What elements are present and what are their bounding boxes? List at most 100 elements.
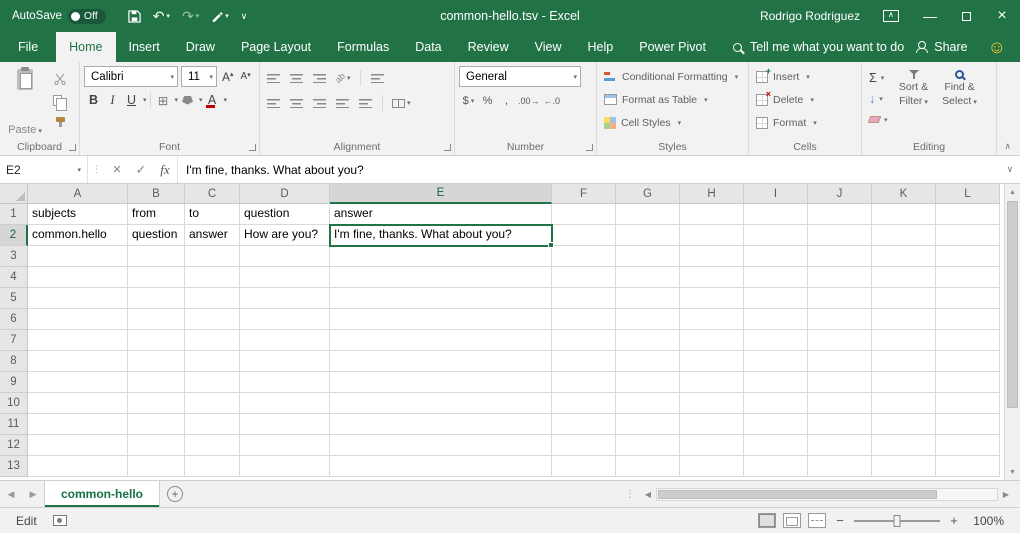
cell-G1[interactable] xyxy=(616,204,680,225)
cell-D1[interactable]: question xyxy=(240,204,330,225)
undo-button[interactable]: ↶▾ xyxy=(147,4,176,28)
row-header-6[interactable]: 6 xyxy=(0,309,28,330)
orientation-button[interactable]: ab▾ xyxy=(333,68,353,88)
cell-E10[interactable] xyxy=(330,393,552,414)
cell-K2[interactable] xyxy=(872,225,936,246)
align-left-button[interactable] xyxy=(264,93,283,113)
normal-view-button[interactable] xyxy=(758,513,776,528)
cell-K11[interactable] xyxy=(872,414,936,435)
cell-K4[interactable] xyxy=(872,267,936,288)
cell-L7[interactable] xyxy=(936,330,1000,351)
cell-C4[interactable] xyxy=(185,267,240,288)
column-header-E[interactable]: E xyxy=(330,184,552,204)
cell-I13[interactable] xyxy=(744,456,808,477)
cancel-entry-button[interactable]: × xyxy=(105,156,129,183)
cell-H9[interactable] xyxy=(680,372,744,393)
cell-A12[interactable] xyxy=(28,435,128,456)
cell-K10[interactable] xyxy=(872,393,936,414)
accounting-format-button[interactable]: $▾ xyxy=(459,91,478,111)
cell-L4[interactable] xyxy=(936,267,1000,288)
customize-quick-access-button[interactable]: ∨ xyxy=(235,4,254,28)
italic-button[interactable]: I xyxy=(103,90,122,110)
cell-D8[interactable] xyxy=(240,351,330,372)
enter-entry-button[interactable]: ✓ xyxy=(129,156,153,183)
cell-A9[interactable] xyxy=(28,372,128,393)
cut-button[interactable] xyxy=(48,70,72,88)
cell-H12[interactable] xyxy=(680,435,744,456)
page-layout-view-button[interactable] xyxy=(783,513,801,528)
cell-I8[interactable] xyxy=(744,351,808,372)
tab-power-pivot[interactable]: Power Pivot xyxy=(626,32,719,62)
cell-G4[interactable] xyxy=(616,267,680,288)
cell-D13[interactable] xyxy=(240,456,330,477)
cell-C5[interactable] xyxy=(185,288,240,309)
sort-filter-button[interactable]: Sort & Filter▾ xyxy=(891,65,937,138)
cell-K9[interactable] xyxy=(872,372,936,393)
cell-A6[interactable] xyxy=(28,309,128,330)
cell-H5[interactable] xyxy=(680,288,744,309)
cell-B5[interactable] xyxy=(128,288,185,309)
cell-E7[interactable] xyxy=(330,330,552,351)
ribbon-display-options-button[interactable] xyxy=(876,0,912,32)
increase-decimal-button[interactable]: .00→ xyxy=(516,91,542,111)
cell-G5[interactable] xyxy=(616,288,680,309)
cell-D3[interactable] xyxy=(240,246,330,267)
cell-H1[interactable] xyxy=(680,204,744,225)
cell-F3[interactable] xyxy=(552,246,616,267)
row-header-11[interactable]: 11 xyxy=(0,414,28,435)
collapse-ribbon-button[interactable]: ∧ xyxy=(1004,141,1011,152)
wrap-text-button[interactable] xyxy=(368,68,387,88)
cell-E9[interactable] xyxy=(330,372,552,393)
cell-I3[interactable] xyxy=(744,246,808,267)
column-header-A[interactable]: A xyxy=(28,184,128,204)
sheet-nav-left-button[interactable]: ◀ xyxy=(0,481,22,507)
cell-I5[interactable] xyxy=(744,288,808,309)
cell-J7[interactable] xyxy=(808,330,872,351)
comma-style-button[interactable]: , xyxy=(497,91,516,111)
cell-G2[interactable] xyxy=(616,225,680,246)
column-header-C[interactable]: C xyxy=(185,184,240,204)
macro-record-icon[interactable] xyxy=(53,515,67,526)
delete-cells-button[interactable]: × Delete ▾ xyxy=(753,89,857,110)
merge-center-button[interactable]: ▾ xyxy=(390,93,413,113)
cell-B3[interactable] xyxy=(128,246,185,267)
cell-A3[interactable] xyxy=(28,246,128,267)
cell-I9[interactable] xyxy=(744,372,808,393)
close-button[interactable]: × xyxy=(984,0,1020,32)
clear-button[interactable]: ▾ xyxy=(866,110,891,129)
tell-me-box[interactable]: Tell me what you want to do xyxy=(733,32,904,62)
align-right-button[interactable] xyxy=(310,93,329,113)
fill-handle[interactable] xyxy=(548,242,554,248)
name-box[interactable]: E2 ▾ xyxy=(0,156,88,183)
cell-D10[interactable] xyxy=(240,393,330,414)
cell-H13[interactable] xyxy=(680,456,744,477)
cell-L11[interactable] xyxy=(936,414,1000,435)
cell-G6[interactable] xyxy=(616,309,680,330)
copy-button[interactable]: ▾ xyxy=(48,91,72,109)
bold-button[interactable]: B xyxy=(84,90,103,110)
find-select-button[interactable]: Find & Select▾ xyxy=(937,65,983,138)
select-all-corner[interactable] xyxy=(0,184,28,204)
cell-F6[interactable] xyxy=(552,309,616,330)
cell-I11[interactable] xyxy=(744,414,808,435)
row-header-9[interactable]: 9 xyxy=(0,372,28,393)
cell-E12[interactable] xyxy=(330,435,552,456)
vertical-scrollbar-thumb[interactable] xyxy=(1007,201,1018,408)
tab-home[interactable]: Home xyxy=(56,32,115,62)
font-name-combo[interactable]: Calibri▾ xyxy=(84,66,178,87)
tab-data[interactable]: Data xyxy=(402,32,454,62)
cell-A2[interactable]: common.hello xyxy=(28,225,128,246)
conditional-formatting-button[interactable]: Conditional Formatting ▾ xyxy=(601,66,744,87)
cell-A5[interactable] xyxy=(28,288,128,309)
cell-K6[interactable] xyxy=(872,309,936,330)
cell-B6[interactable] xyxy=(128,309,185,330)
row-header-12[interactable]: 12 xyxy=(0,435,28,456)
cell-A10[interactable] xyxy=(28,393,128,414)
scroll-down-icon[interactable]: ▼ xyxy=(1005,464,1020,480)
cell-I10[interactable] xyxy=(744,393,808,414)
cell-E2[interactable]: I'm fine, thanks. What about you? xyxy=(330,225,552,246)
cell-D12[interactable] xyxy=(240,435,330,456)
cell-K1[interactable] xyxy=(872,204,936,225)
cell-C7[interactable] xyxy=(185,330,240,351)
cell-K13[interactable] xyxy=(872,456,936,477)
